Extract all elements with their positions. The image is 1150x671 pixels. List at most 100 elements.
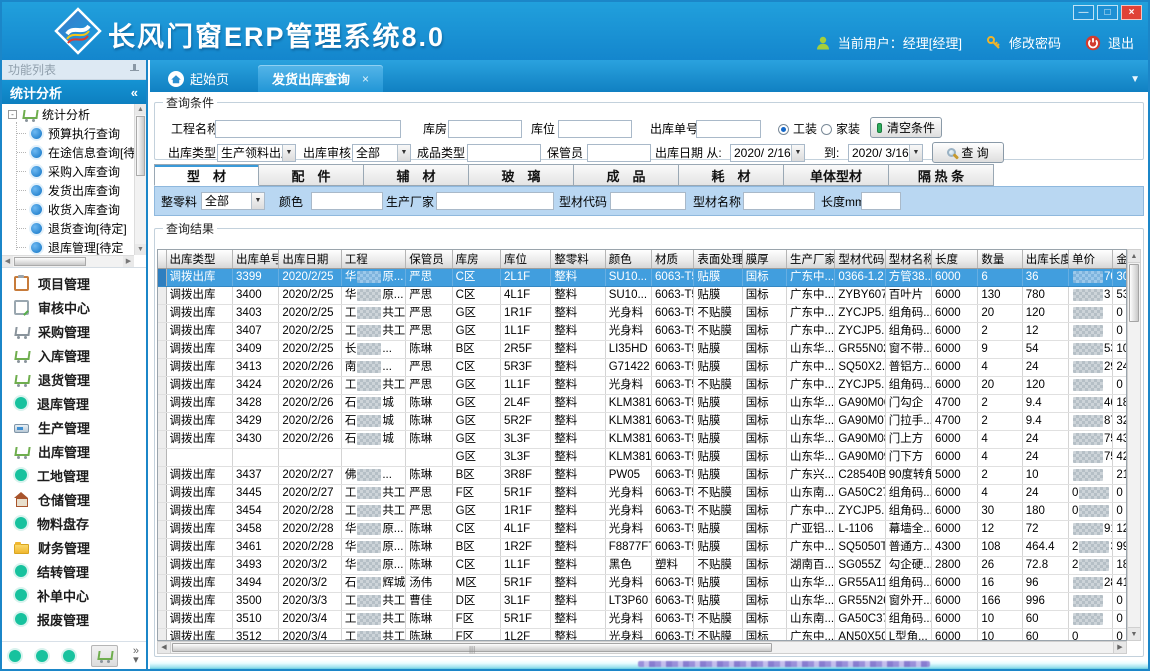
date-to-select[interactable]: 2020/ 3/16▼ — [848, 144, 923, 162]
change-password-button[interactable]: 修改密码 — [1009, 33, 1061, 52]
module-dot-icon[interactable] — [63, 650, 75, 662]
column-header[interactable]: 颜色 — [605, 250, 651, 269]
profile-name-input[interactable] — [743, 192, 815, 210]
table-row[interactable]: 调拨出库34282020/2/26石城陈琳G区2L4F整料KLM38176063… — [158, 395, 1127, 413]
scroll-left-arrow-icon[interactable]: ◀ — [2, 256, 13, 267]
tab-shipment-outbound-query[interactable]: 发货出库查询 × — [258, 65, 383, 92]
sidebar-item-8[interactable]: 工地管理 — [2, 463, 146, 487]
sidebar-item-9[interactable]: 仓储管理 — [2, 487, 146, 511]
length-input[interactable] — [861, 192, 901, 210]
profile-code-input[interactable] — [610, 192, 686, 210]
table-row[interactable]: 调拨出库34942020/3/2石辉城汤伟M区5R1F整料光身料6063-T5贴… — [158, 575, 1127, 593]
tree-item-5[interactable]: 退货查询[待定] — [2, 219, 134, 238]
scroll-up-arrow-icon[interactable]: ▲ — [135, 104, 146, 115]
table-row[interactable]: 调拨出库34132020/2/26南...严思C区5R3F整料G71422606… — [158, 359, 1127, 377]
sidebar-item-11[interactable]: 财务管理 — [2, 535, 146, 559]
out-type-select[interactable]: 生产领料出库▼ — [217, 144, 296, 162]
close-button[interactable]: × — [1121, 5, 1142, 20]
column-header[interactable]: 表面处理 — [694, 250, 742, 269]
column-header[interactable]: 膜厚 — [742, 250, 786, 269]
tree-item-1[interactable]: 在途信息查询[待 — [2, 143, 134, 162]
table-row[interactable]: 调拨出库34372020/2/27佛...陈琳B区3R8F整料PW056063-… — [158, 467, 1127, 485]
sidebar-item-3[interactable]: 入库管理 — [2, 343, 146, 367]
table-row[interactable]: 调拨出库34612020/2/28华原...陈琳B区1R2F整料F8877FT6… — [158, 539, 1127, 557]
column-header[interactable]: 长度 — [932, 250, 978, 269]
maximize-button[interactable]: □ — [1097, 5, 1118, 20]
material-tab-7[interactable]: 隔 热 条 — [889, 164, 994, 186]
material-tab-3[interactable]: 玻 璃 — [469, 164, 574, 186]
table-row[interactable]: 调拨出库34542020/2/28工共工程严思G区1R1F整料光身料6063-T… — [158, 503, 1127, 521]
material-tab-6[interactable]: 单体型材 — [784, 164, 889, 186]
location-input[interactable] — [558, 120, 632, 138]
tree-vertical-scrollbar[interactable]: ▲ ▼ — [134, 104, 146, 255]
section-header[interactable]: 统计分析 « — [2, 80, 146, 104]
table-row[interactable]: 调拨出库34072020/2/25工共工程严思G区1L1F整料光身料6063-T… — [158, 323, 1127, 341]
search-button[interactable]: 查 询 — [932, 142, 1004, 163]
tree-horizontal-scrollbar[interactable]: ◀ ▶ — [2, 255, 134, 267]
logout-button[interactable]: 退出 — [1108, 33, 1134, 52]
material-tab-5[interactable]: 耗 材 — [679, 164, 784, 186]
table-row[interactable]: 调拨出库35002020/3/3工共工程曹佳D区3L1F整料LT3P606063… — [158, 593, 1127, 611]
sidebar-item-0[interactable]: 项目管理 — [2, 271, 146, 295]
scroll-right-arrow-icon[interactable]: ▶ — [123, 256, 134, 267]
module-dot-icon[interactable] — [9, 650, 21, 662]
chevron-down-icon[interactable]: ▼ — [397, 145, 410, 161]
radio-gongzhuang[interactable]: 工装 — [778, 120, 817, 138]
column-header[interactable]: 金额 — [1113, 250, 1127, 269]
chevron-down-icon[interactable]: ▼ — [251, 193, 264, 209]
sidebar-item-13[interactable]: 补单中心 — [2, 583, 146, 607]
tab-start-page[interactable]: 起始页 — [156, 65, 241, 92]
scroll-left-arrow-icon[interactable]: ◀ — [158, 642, 171, 653]
tree-root[interactable]: - 统计分析 — [2, 104, 146, 124]
minimize-button[interactable]: — — [1073, 5, 1094, 20]
column-header[interactable]: 单价 — [1069, 250, 1113, 269]
column-header[interactable]: 保管员 — [406, 250, 452, 269]
sidebar-item-2[interactable]: 采购管理 — [2, 319, 146, 343]
column-header[interactable]: 库房 — [452, 250, 500, 269]
table-row[interactable]: 调拨出库34302020/2/26石城陈琳G区3L3F整料KLM38176063… — [158, 431, 1127, 449]
whole-piece-select[interactable]: 全部▼ — [201, 192, 265, 210]
table-row[interactable]: G区3L3F整料KLM38176063-T5贴膜国标山东华...GA90M09.… — [158, 449, 1127, 467]
table-row[interactable]: 调拨出库34002020/2/25华原...严思C区4L1F整料SU10...6… — [158, 287, 1127, 305]
column-header[interactable]: 材质 — [652, 250, 694, 269]
material-tab-4[interactable]: 成 品 — [574, 164, 679, 186]
sidebar-item-6[interactable]: 生产管理 — [2, 415, 146, 439]
column-header[interactable]: 出库长度 — [1022, 250, 1068, 269]
color-input[interactable] — [311, 192, 383, 210]
table-row[interactable]: 调拨出库34582020/2/28华原...陈琳C区4L1F整料光身料6063-… — [158, 521, 1127, 539]
tab-overflow-icon[interactable]: ▼ — [1130, 74, 1140, 85]
scroll-down-arrow-icon[interactable]: ▼ — [1128, 627, 1140, 640]
more-modules-button[interactable]: »▾ — [133, 647, 139, 665]
project-name-input[interactable] — [215, 120, 401, 138]
tab-close-icon[interactable]: × — [362, 72, 369, 86]
column-header[interactable]: 型材名称 — [885, 250, 931, 269]
table-row[interactable]: 调拨出库35102020/3/4工共工程陈琳F区5R1F整料光身料6063-T5… — [158, 611, 1127, 629]
table-row[interactable]: 调拨出库33992020/2/25华原...严思C区2L1F整料SU10...6… — [158, 269, 1127, 287]
table-row[interactable]: 调拨出库35122020/3/4工共工程陈琳F区1L2F整料光身料6063-T5… — [158, 629, 1127, 642]
out-audit-select[interactable]: 全部▼ — [352, 144, 411, 162]
grid-horizontal-scrollbar[interactable]: ◀ ▶ — [157, 641, 1127, 654]
scroll-thumb[interactable] — [136, 116, 145, 176]
tree-item-0[interactable]: 预算执行查询 — [2, 124, 134, 143]
table-row[interactable]: 调拨出库34092020/2/25长...陈琳B区2R5F整料LI35HD606… — [158, 341, 1127, 359]
sidebar-item-1[interactable]: 审核中心 — [2, 295, 146, 319]
column-header[interactable]: 数量 — [978, 250, 1022, 269]
tree-item-2[interactable]: 采购入库查询 — [2, 162, 134, 181]
chevron-down-icon[interactable]: ▼ — [909, 145, 922, 161]
order-no-input[interactable] — [696, 120, 761, 138]
scroll-thumb[interactable] — [14, 257, 86, 266]
sidebar-item-5[interactable]: 退库管理 — [2, 391, 146, 415]
material-tab-1[interactable]: 配 件 — [259, 164, 364, 186]
material-tab-2[interactable]: 辅 材 — [364, 164, 469, 186]
warehouse-input[interactable] — [448, 120, 522, 138]
table-row[interactable]: 调拨出库34292020/2/26石城陈琳G区5R2F整料KLM38176063… — [158, 413, 1127, 431]
sidebar-item-14[interactable]: 报废管理 — [2, 607, 146, 631]
table-row[interactable]: 调拨出库34242020/2/26工共工程严思G区1L1F整料光身料6063-T… — [158, 377, 1127, 395]
column-header[interactable]: 出库日期 — [279, 250, 341, 269]
material-tab-0[interactable]: 型 材 — [154, 164, 259, 186]
column-header[interactable]: 库位 — [500, 250, 550, 269]
collapse-icon[interactable]: « — [131, 85, 138, 100]
chevron-down-icon[interactable]: ▼ — [282, 145, 295, 161]
grid-vertical-scrollbar[interactable]: ▲ ▼ — [1127, 249, 1141, 641]
column-header[interactable]: 生产厂家 — [787, 250, 835, 269]
